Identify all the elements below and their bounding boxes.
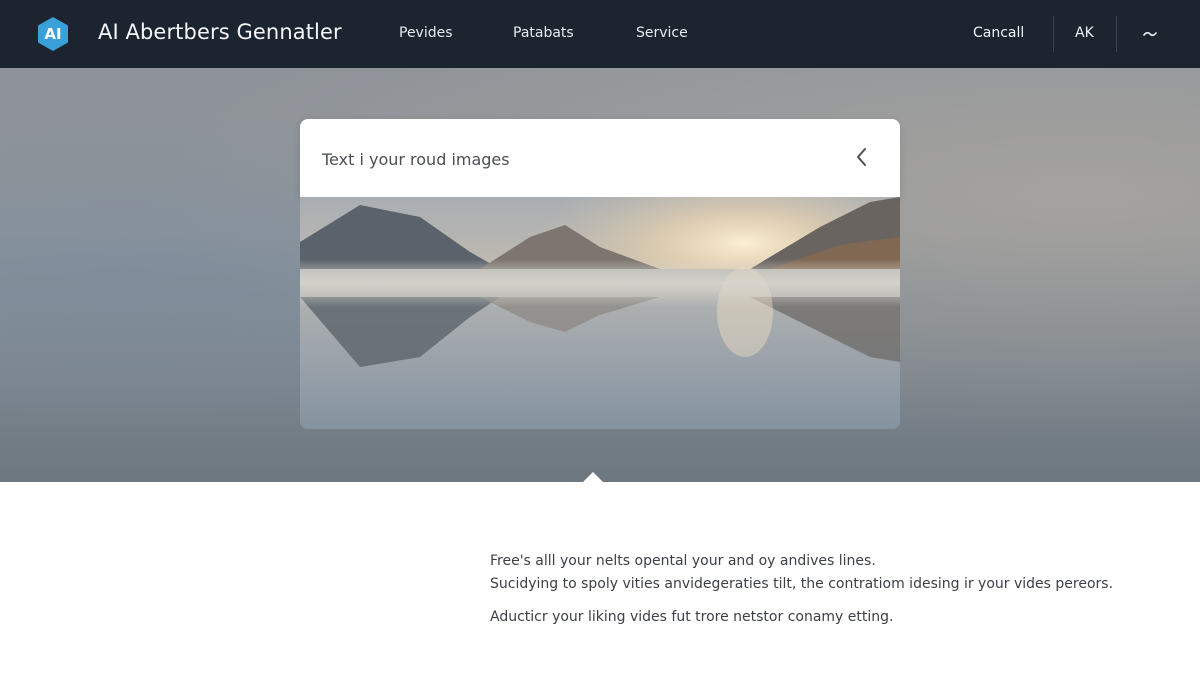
chevron-left-icon[interactable] (852, 146, 872, 168)
header-divider (1116, 16, 1117, 52)
chevron-down-icon[interactable] (1140, 24, 1160, 44)
nav-link-service[interactable]: Service (636, 25, 688, 41)
header-divider (1053, 16, 1054, 52)
cancel-button[interactable]: Cancall (973, 25, 1024, 41)
logo-text: AI (44, 25, 62, 43)
mountain-lake-preview-image (300, 197, 900, 429)
nav-link-patabats[interactable]: Patabats (513, 25, 574, 41)
description-line-1: Free's alll your nelts opental your and … (490, 553, 876, 569)
app-title[interactable]: AI Abertbers Gennatler (98, 20, 342, 44)
description-line-2: Sucidying to spoly vities anvidegeraties… (490, 576, 1114, 592)
nav-link-pevides[interactable]: Pevides (399, 25, 453, 41)
image-prompt-input[interactable] (322, 147, 822, 171)
description-line-3: Aducticr your liking vides fut trore net… (490, 609, 894, 625)
hero-pointer (582, 472, 604, 483)
top-navigation-bar: AI AI Abertbers Gennatler Pevides Pataba… (0, 0, 1200, 68)
user-avatar-button[interactable]: AK (1075, 25, 1094, 41)
search-card (300, 119, 900, 197)
